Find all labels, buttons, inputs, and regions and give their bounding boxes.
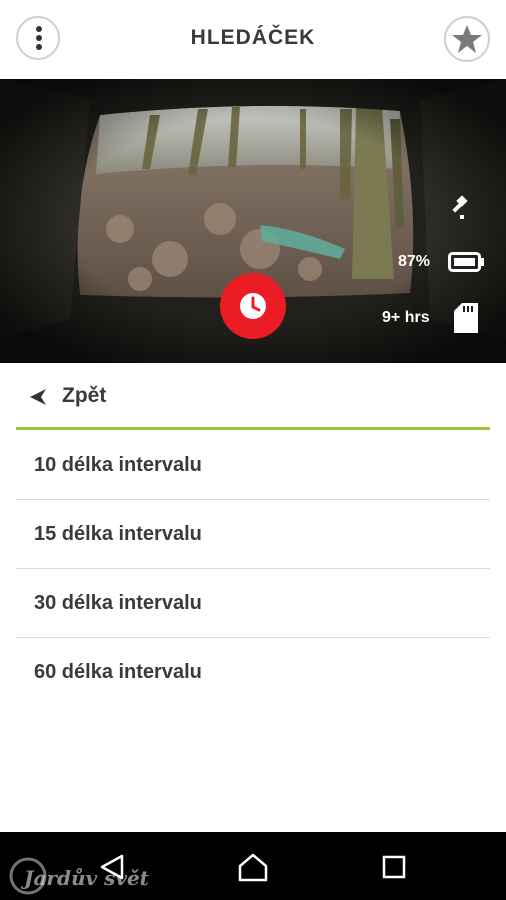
interval-option-label: 15 délka intervalu <box>34 523 202 545</box>
app-header: HLEDÁČEK <box>0 0 506 79</box>
sd-card-icon <box>454 303 478 333</box>
battery-icon <box>448 252 484 272</box>
remaining-time: 9+ hrs <box>382 309 430 326</box>
watermark-text: Jardův svět <box>24 866 149 890</box>
star-icon <box>452 25 482 53</box>
interval-option-label: 30 délka intervalu <box>34 592 202 614</box>
interval-option-60[interactable]: 60 délka intervalu <box>16 638 490 707</box>
clock-icon <box>240 293 266 319</box>
battery-percentage: 87% <box>398 253 431 270</box>
satellite-icon <box>452 195 468 219</box>
home-icon[interactable] <box>237 852 269 882</box>
square-recents-icon[interactable] <box>382 855 406 879</box>
interval-option-10[interactable]: 10 délka intervalu <box>16 431 490 500</box>
timelapse-record-button[interactable] <box>220 273 286 339</box>
interval-option-15[interactable]: 15 délka intervalu <box>16 500 490 569</box>
back-arrow-icon <box>30 389 46 405</box>
interval-option-label: 60 délka intervalu <box>34 661 202 683</box>
camera-preview: 87% 9+ hrs <box>0 79 506 363</box>
favorite-button[interactable] <box>444 16 490 62</box>
interval-option-label: 10 délka intervalu <box>34 454 202 476</box>
back-label: Zpět <box>62 384 107 407</box>
back-row[interactable]: Zpět <box>16 364 490 430</box>
page-title: HLEDÁČEK <box>190 26 316 49</box>
interval-option-30[interactable]: 30 délka intervalu <box>16 569 490 638</box>
